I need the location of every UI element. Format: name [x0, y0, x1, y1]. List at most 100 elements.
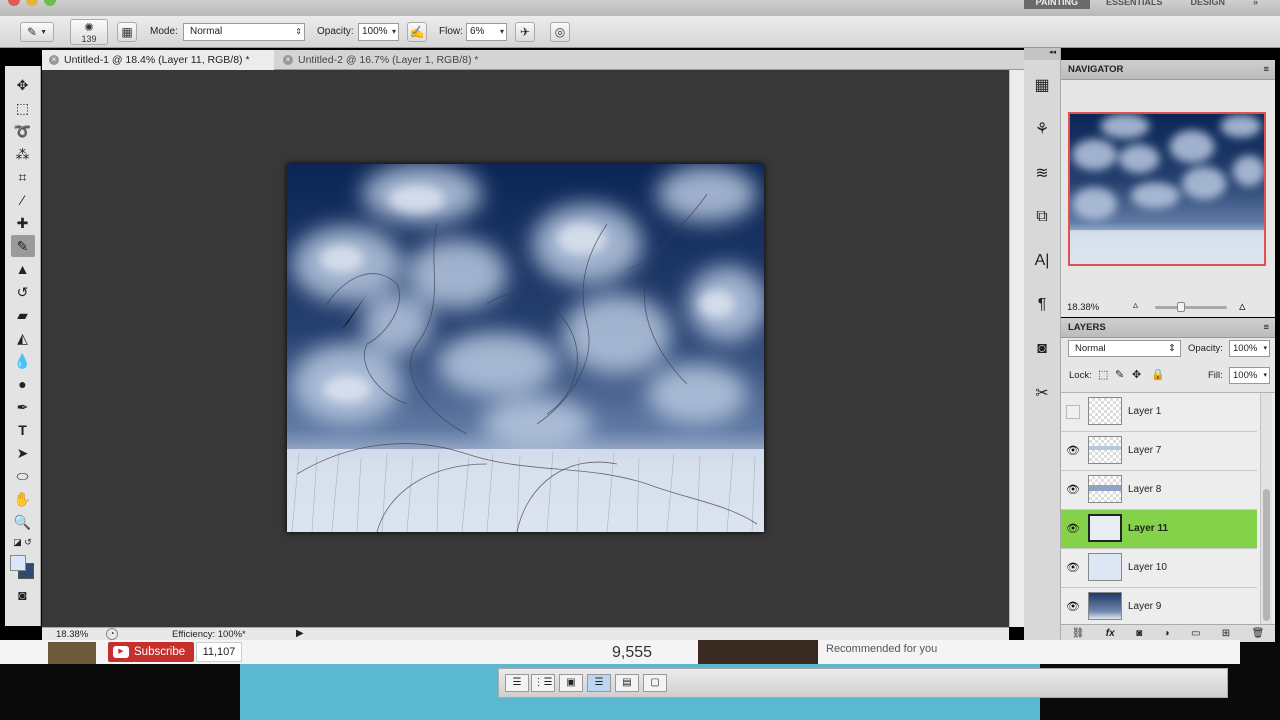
history-brush-tool[interactable]: ↺	[11, 281, 35, 303]
list-view-icon[interactable]: ☰	[505, 674, 529, 692]
close-icon[interactable]: ×	[49, 55, 59, 65]
channel-avatar[interactable]	[48, 642, 96, 664]
tab-untitled-1[interactable]: × Untitled-1 @ 18.4% (Layer 11, RGB/8) *	[42, 50, 274, 70]
layer-row-layer-9[interactable]: 👁 Layer 9	[1061, 588, 1257, 627]
pen-tool[interactable]: ✒	[11, 396, 35, 418]
pressure-size-button[interactable]: ◎	[550, 22, 570, 42]
crop-tool[interactable]: ⌗	[11, 166, 35, 188]
pressure-opacity-button[interactable]: ✍	[407, 22, 427, 42]
navigator-thumbnail[interactable]	[1068, 112, 1266, 266]
airbrush-button[interactable]: ✈	[515, 22, 535, 42]
swap-colors-button[interactable]: ◪ ↺	[11, 534, 35, 550]
path-select-tool[interactable]: ➤	[11, 442, 35, 464]
opacity-field[interactable]: 100% ▾	[358, 23, 399, 41]
foreground-color-swatch[interactable]	[10, 555, 26, 571]
paragraph-panel-icon[interactable]: ¶	[1028, 291, 1056, 319]
layer-row-layer-1[interactable]: Layer 1	[1061, 393, 1257, 432]
outline-view-icon[interactable]: ⋮☰	[531, 674, 555, 692]
dock-collapse-icon[interactable]: ◂◂	[1024, 48, 1060, 60]
navigator-zoom-slider[interactable]	[1155, 302, 1227, 312]
shape-tool[interactable]: ⬭	[11, 465, 35, 487]
lock-all-icon[interactable]: 🔒	[1151, 368, 1165, 381]
brush-presets-panel-icon[interactable]: ⚘	[1028, 115, 1056, 143]
gallery-view-icon[interactable]: ▢	[643, 674, 667, 692]
flow-field[interactable]: 6% ▾	[466, 23, 507, 41]
eye-icon[interactable]: 👁	[1066, 600, 1080, 614]
swatches-panel-icon[interactable]: ▦	[1028, 71, 1056, 99]
recommended-thumbnail[interactable]	[698, 640, 818, 664]
dodge-tool[interactable]: ●	[11, 373, 35, 395]
lock-position-icon[interactable]: ✥	[1132, 368, 1141, 381]
hand-tool[interactable]: ✋	[11, 488, 35, 510]
zoom-in-icon[interactable]: ▵	[1239, 298, 1246, 314]
image-view-icon[interactable]: ▣	[559, 674, 583, 692]
workspace-essentials[interactable]: ESSENTIALS	[1094, 0, 1175, 9]
blur-tool[interactable]: 💧	[11, 350, 35, 372]
type-tool[interactable]: T	[11, 419, 35, 441]
brush-panel-icon[interactable]: ≋	[1028, 159, 1056, 187]
status-info-icon[interactable]: ◔	[106, 628, 118, 640]
brush-panel-toggle[interactable]: ▦	[117, 22, 137, 42]
tool-preset-picker[interactable]: ✎ ▼	[20, 22, 54, 42]
mode-select[interactable]: Normal ⇕	[183, 23, 305, 41]
minimize-window-icon[interactable]	[26, 0, 38, 6]
quick-select-tool[interactable]: ⁂	[11, 143, 35, 165]
close-icon[interactable]: ×	[283, 55, 293, 65]
workspace-more[interactable]: »	[1241, 0, 1270, 9]
slider-thumb[interactable]	[1177, 302, 1185, 312]
workspace-painting[interactable]: PAINTING	[1023, 0, 1090, 9]
eyedropper-tool[interactable]: ⁄	[11, 189, 35, 211]
brush-picker[interactable]: ✺ 139	[70, 19, 108, 45]
new-layer-icon[interactable]: ⊞	[1222, 628, 1230, 639]
artwork-canvas[interactable]	[287, 164, 764, 532]
trash-icon[interactable]: 🗑	[1252, 628, 1265, 639]
layer-row-layer-8[interactable]: 👁 Layer 8	[1061, 471, 1257, 510]
eraser-tool[interactable]: ▰	[11, 304, 35, 326]
zoom-tool[interactable]: 🔍	[11, 511, 35, 533]
panel-menu-icon[interactable]: ≡	[1263, 60, 1269, 80]
zoom-out-icon[interactable]: ▵	[1133, 300, 1138, 311]
marquee-tool[interactable]: ⬚	[11, 97, 35, 119]
adjustment-layer-icon[interactable]: ◑	[1164, 628, 1170, 639]
eye-icon[interactable]: 👁	[1066, 522, 1080, 536]
character-panel-icon[interactable]: A|	[1028, 247, 1056, 275]
close-window-icon[interactable]	[8, 0, 20, 6]
layers-scrollbar[interactable]	[1260, 393, 1272, 627]
paint-bucket-tool[interactable]: ◭	[11, 327, 35, 349]
visibility-toggle-off[interactable]	[1066, 405, 1080, 419]
clone-stamp-tool[interactable]: ▲	[11, 258, 35, 280]
workspace-design[interactable]: DESIGN	[1178, 0, 1237, 9]
lock-image-icon[interactable]: ✎	[1115, 368, 1124, 381]
navigator-zoom-value[interactable]: 18.38%	[1067, 302, 1099, 313]
tab-untitled-2[interactable]: × Untitled-2 @ 16.7% (Layer 1, RGB/8) *	[276, 50, 502, 70]
move-tool[interactable]: ✥	[11, 74, 35, 96]
vertical-scrollbar[interactable]	[1009, 70, 1024, 627]
eye-icon[interactable]: 👁	[1066, 483, 1080, 497]
status-menu-arrow-icon[interactable]: ▶	[296, 628, 304, 639]
brush-tool[interactable]: ✎	[10, 235, 35, 257]
masks-panel-icon[interactable]: ◙	[1028, 335, 1056, 363]
layer-opacity-field[interactable]: 100% ▾	[1229, 340, 1270, 357]
subscribe-button[interactable]: ▶ Subscribe	[108, 642, 194, 662]
blend-mode-select[interactable]: Normal ⇕	[1068, 340, 1181, 357]
tool-presets-panel-icon[interactable]: ✂	[1028, 379, 1056, 407]
healing-brush-tool[interactable]: ✚	[11, 212, 35, 234]
zoom-window-icon[interactable]	[44, 0, 56, 6]
lock-transparent-icon[interactable]: ⬚	[1098, 368, 1108, 381]
link-layers-icon[interactable]: ⛓	[1072, 628, 1085, 639]
lasso-tool[interactable]: ➰	[11, 120, 35, 142]
scrollbar-thumb[interactable]	[1263, 489, 1270, 621]
column-view-icon[interactable]: ☰	[587, 674, 611, 692]
clone-source-panel-icon[interactable]: ⧉	[1028, 203, 1056, 231]
panel-menu-icon[interactable]: ≡	[1263, 318, 1269, 338]
fx-icon[interactable]: fx	[1106, 628, 1115, 639]
layer-row-layer-10[interactable]: 👁 Layer 10	[1061, 549, 1257, 588]
layer-row-layer-11[interactable]: 👁 Layer 11	[1061, 510, 1257, 549]
quick-mask-button[interactable]: ◙	[11, 584, 35, 606]
new-group-icon[interactable]: ▭	[1191, 628, 1200, 639]
layer-row-layer-7[interactable]: 👁 Layer 7	[1061, 432, 1257, 471]
add-mask-icon[interactable]: ◙	[1136, 628, 1142, 639]
eye-icon[interactable]: 👁	[1066, 561, 1080, 575]
status-zoom[interactable]: 18.38%	[56, 629, 88, 640]
eye-icon[interactable]: 👁	[1066, 444, 1080, 458]
